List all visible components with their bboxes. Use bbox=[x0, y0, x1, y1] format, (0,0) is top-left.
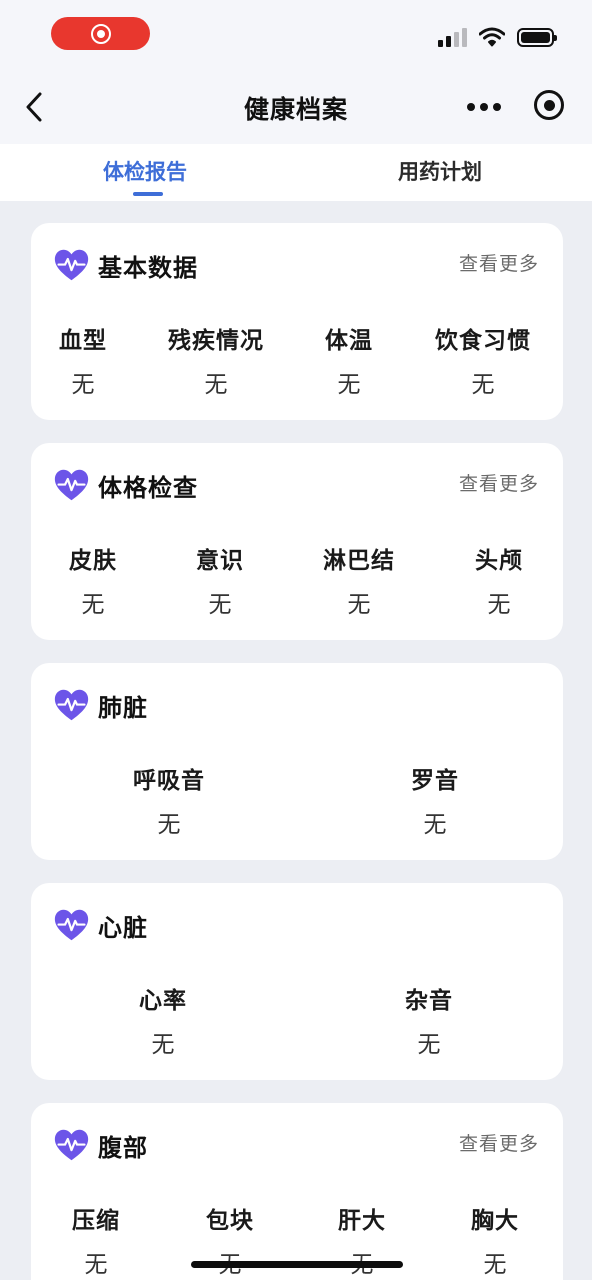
heart-pulse-icon bbox=[54, 689, 89, 721]
close-miniprogram-icon[interactable] bbox=[534, 90, 564, 120]
card-title: 心脏 bbox=[98, 914, 148, 942]
wifi-icon bbox=[479, 27, 505, 47]
screen-recording-indicator[interactable] bbox=[51, 17, 150, 50]
view-more-link[interactable]: 查看更多 bbox=[459, 249, 539, 276]
card-basic-data: 基本数据 查看更多 血型无 残疾情况无 体温无 饮食习惯无 bbox=[31, 223, 563, 420]
card-title: 基本数据 bbox=[98, 254, 198, 282]
cellular-signal-icon bbox=[438, 27, 467, 47]
tab-medication-plan[interactable]: 用药计划 bbox=[398, 156, 482, 186]
card-title: 体格检查 bbox=[98, 474, 198, 502]
field-consciousness: 意识无 bbox=[196, 548, 244, 618]
field-heart-rate: 心率无 bbox=[139, 988, 187, 1058]
card-abdomen: 腹部 查看更多 压缩无 包块无 肝大无 胸大无 bbox=[31, 1103, 563, 1280]
field-disability: 残疾情况无 bbox=[168, 328, 264, 398]
home-indicator[interactable] bbox=[191, 1261, 403, 1268]
heart-pulse-icon bbox=[54, 249, 89, 281]
card-title: 腹部 bbox=[98, 1134, 148, 1162]
field-temperature: 体温无 bbox=[325, 328, 373, 398]
battery-icon bbox=[517, 27, 557, 47]
field-blood-type: 血型无 bbox=[59, 328, 107, 398]
tab-checkup-report[interactable]: 体检报告 bbox=[103, 156, 187, 186]
field-lymph-nodes: 淋巴结无 bbox=[323, 548, 395, 618]
field-skin: 皮肤无 bbox=[69, 548, 117, 618]
card-lungs: 肺脏 呼吸音无 罗音无 bbox=[31, 663, 563, 860]
view-more-link[interactable]: 查看更多 bbox=[459, 469, 539, 496]
heart-pulse-icon bbox=[54, 469, 89, 501]
tab-bar: 体检报告 用药计划 bbox=[0, 144, 592, 201]
more-options-icon[interactable] bbox=[467, 100, 501, 114]
field-rales: 罗音无 bbox=[411, 768, 459, 838]
active-tab-indicator bbox=[133, 192, 163, 196]
page-title: 健康档案 bbox=[243, 95, 348, 124]
field-head: 头颅无 bbox=[475, 548, 523, 618]
card-title: 肺脏 bbox=[98, 694, 148, 722]
view-more-link[interactable]: 查看更多 bbox=[459, 1129, 539, 1156]
field-breath-sounds: 呼吸音无 bbox=[133, 768, 205, 838]
navigation-bar: 健康档案 bbox=[0, 70, 592, 144]
field-chest-enlargement: 胸大无 bbox=[471, 1208, 519, 1278]
field-murmur: 杂音无 bbox=[405, 988, 453, 1058]
heart-pulse-icon bbox=[54, 909, 89, 941]
status-bar bbox=[0, 0, 592, 70]
field-diet-habits: 饮食习惯无 bbox=[435, 328, 531, 398]
field-tenderness: 压缩无 bbox=[72, 1208, 120, 1278]
record-icon bbox=[90, 23, 111, 44]
heart-pulse-icon bbox=[54, 1129, 89, 1161]
card-physical-exam: 体格检查 查看更多 皮肤无 意识无 淋巴结无 头颅无 bbox=[31, 443, 563, 640]
card-heart: 心脏 心率无 杂音无 bbox=[31, 883, 563, 1080]
